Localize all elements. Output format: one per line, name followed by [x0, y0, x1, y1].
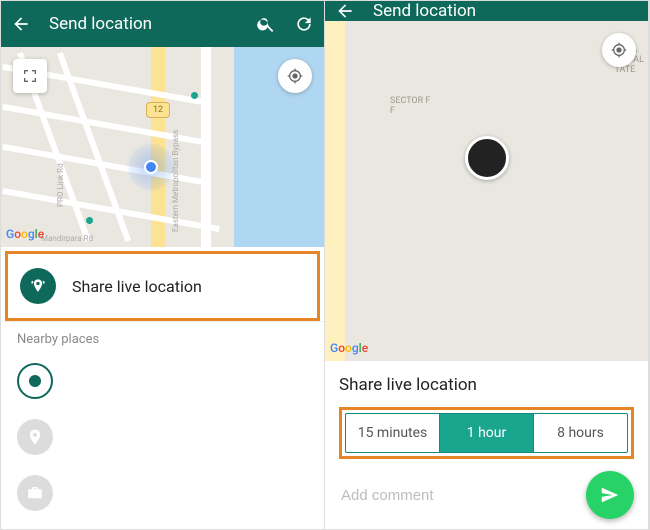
share-live-location-button[interactable]: Share live location — [8, 254, 317, 318]
send-icon — [599, 484, 621, 506]
live-location-icon — [20, 268, 56, 304]
page-title: Send location — [373, 1, 638, 21]
arrow-left-icon — [11, 14, 31, 34]
map-view[interactable]: 12 Eastern Metropolitan Bypass PRO Link … — [1, 47, 324, 247]
fullscreen-icon — [22, 68, 38, 84]
crosshair-icon — [287, 68, 303, 84]
refresh-button[interactable] — [294, 14, 314, 34]
send-current-location-button[interactable] — [1, 353, 324, 409]
sheet-title: Share live location — [339, 375, 634, 395]
route-shield: 12 — [146, 102, 170, 118]
back-button[interactable] — [11, 14, 31, 34]
share-live-location-label: Share live location — [72, 277, 202, 296]
my-location-button[interactable] — [278, 59, 312, 93]
app-bar: Send location — [325, 1, 648, 21]
target-icon — [17, 363, 53, 399]
google-logo: Google — [6, 227, 44, 241]
road-label: PRO Link Rd — [56, 163, 65, 207]
crosshair-icon — [611, 42, 627, 58]
nearby-places-header: Nearby places — [1, 321, 324, 353]
back-button[interactable] — [335, 1, 355, 21]
nearby-place-item[interactable] — [1, 465, 324, 521]
page-title: Send location — [49, 14, 238, 34]
pin-icon — [17, 419, 53, 455]
tutorial-highlight: 15 minutes 1 hour 8 hours — [339, 407, 634, 459]
road-label: Eastern Metropolitan Bypass — [171, 130, 180, 232]
map-view[interactable]: SECTOR F F ASBA STRIAL TATE Google — [325, 21, 648, 361]
map-region-label: SECTOR F F — [390, 96, 430, 116]
duration-option-15min[interactable]: 15 minutes — [346, 414, 440, 452]
refresh-icon — [294, 14, 314, 34]
app-bar: Send location — [1, 1, 324, 47]
current-location-dot — [126, 142, 176, 192]
share-duration-sheet: Share live location 15 minutes 1 hour 8 … — [325, 361, 648, 529]
road-label: Mandirpara Rd — [41, 234, 93, 243]
duration-option-8hours[interactable]: 8 hours — [534, 414, 627, 452]
map-poi-dot — [191, 92, 198, 99]
right-screenshot: Send location SECTOR F F ASBA STRIAL TAT… — [325, 1, 649, 529]
nearby-place-item[interactable] — [1, 409, 324, 465]
user-avatar-marker — [465, 136, 509, 180]
briefcase-icon — [17, 475, 53, 511]
map-poi-dot — [86, 217, 93, 224]
fullscreen-button[interactable] — [13, 59, 47, 93]
my-location-button[interactable] — [602, 33, 636, 67]
comment-input[interactable] — [339, 481, 576, 510]
duration-segmented-control: 15 minutes 1 hour 8 hours — [345, 413, 628, 453]
arrow-left-icon — [335, 1, 355, 21]
search-icon — [256, 14, 276, 34]
left-screenshot: Send location 12 Eastern Metropolitan By… — [1, 1, 325, 529]
search-button[interactable] — [256, 14, 276, 34]
duration-option-1hour[interactable]: 1 hour — [440, 414, 534, 452]
google-logo: Google — [330, 341, 368, 355]
tutorial-highlight: Share live location — [5, 251, 320, 321]
send-button[interactable] — [586, 471, 634, 519]
